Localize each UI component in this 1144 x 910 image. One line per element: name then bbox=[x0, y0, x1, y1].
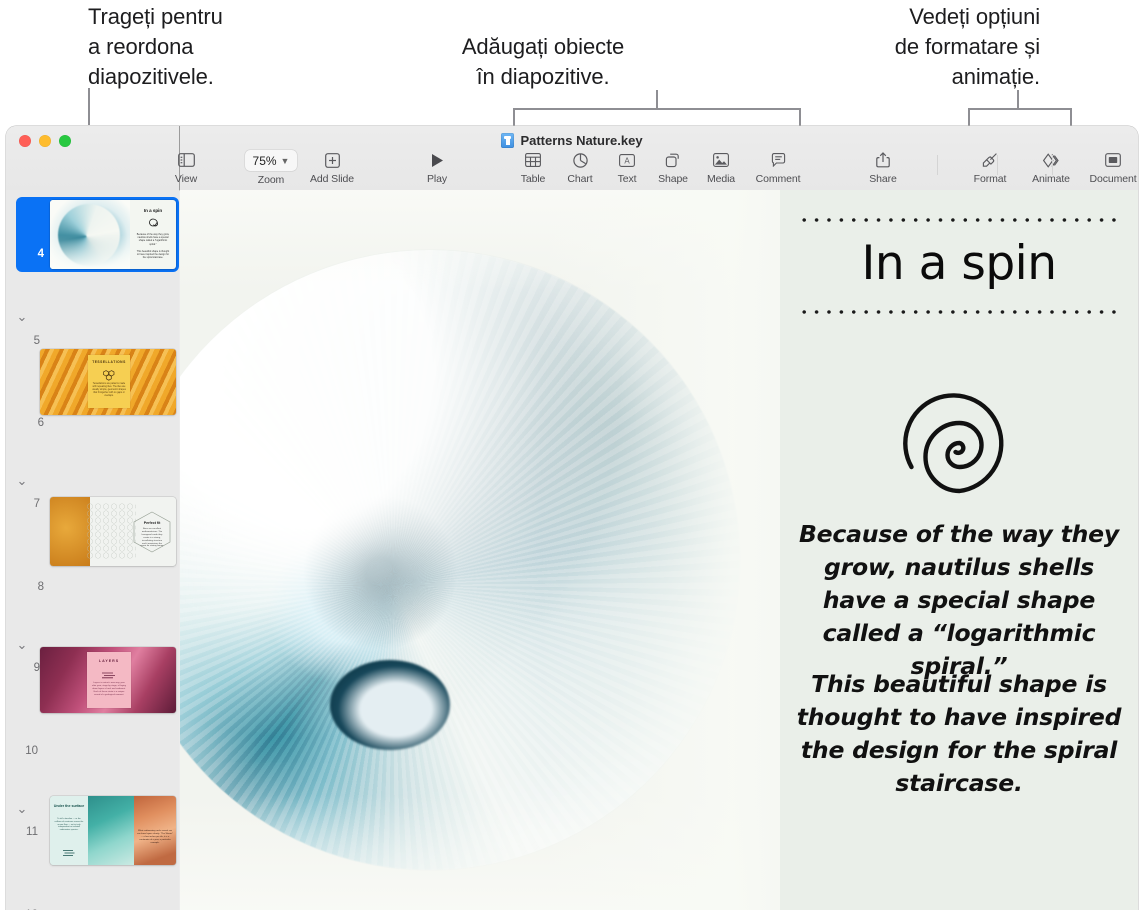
screenshot-root: Trageți pentru a reordona diapozitivele.… bbox=[0, 0, 1144, 910]
slide-text-column: In a spin Because of the way they grow, … bbox=[780, 190, 1138, 910]
photo-icon bbox=[713, 150, 729, 170]
diamonds-icon bbox=[1042, 150, 1060, 170]
toolbar-button-format[interactable]: Format bbox=[960, 150, 1020, 185]
keynote-document-icon bbox=[501, 132, 515, 148]
toolbar-label-add-slide: Add Slide bbox=[309, 173, 355, 185]
toolbar: View 75% ▼ Zoom Add Slide Play Table Cha… bbox=[6, 150, 1138, 190]
slide-collapse-chevron-5[interactable]: ⌄ bbox=[15, 310, 29, 324]
zoom-percent-popup[interactable]: 75% ▼ bbox=[244, 150, 298, 171]
toolbar-separator-3 bbox=[1052, 155, 1053, 175]
slide-body-paragraph-1[interactable]: Because of the way they grow, nautilus s… bbox=[794, 518, 1124, 683]
slide-collapse-chevron-9[interactable]: ⌄ bbox=[15, 638, 29, 652]
toolbar-separator-1 bbox=[937, 155, 938, 175]
zoom-popup-wrap: 75% ▼ bbox=[244, 150, 298, 171]
zoom-value: 75% bbox=[252, 153, 277, 168]
slide-thumbnail-6[interactable]: Perfect fit Bees are excellent mathemati… bbox=[50, 497, 176, 566]
toolbar-label-table: Table bbox=[520, 173, 546, 185]
text-box-a-icon: A bbox=[619, 150, 635, 170]
toolbar-button-play[interactable]: Play bbox=[407, 150, 467, 185]
toolbar-button-share[interactable]: Share bbox=[853, 150, 913, 185]
sidebar-panel-icon bbox=[177, 150, 195, 170]
slide-collapse-chevron-7[interactable]: ⌄ bbox=[15, 474, 29, 488]
chevron-down-icon: ▼ bbox=[280, 155, 290, 166]
slide-number-11: 11 bbox=[26, 826, 38, 838]
pie-chart-icon bbox=[572, 150, 588, 170]
slide-navigator[interactable]: In a spin Because of the way they grow, … bbox=[6, 190, 179, 910]
thumb-caption-7: LAYERS bbox=[98, 659, 120, 663]
toolbar-label-chart: Chart bbox=[567, 173, 593, 185]
slide-number-9: 9 bbox=[33, 662, 40, 674]
svg-text:A: A bbox=[624, 156, 630, 165]
share-arrow-up-icon bbox=[876, 150, 890, 170]
toolbar-label-format: Format bbox=[973, 173, 1007, 185]
callout-leader-line-3 bbox=[1017, 90, 1019, 108]
slide-thumbnail-7[interactable]: LAYERS Layers is nature's own way, year … bbox=[40, 647, 176, 713]
slide-number-5: 5 bbox=[33, 335, 40, 347]
current-slide[interactable]: In a spin Because of the way they grow, … bbox=[180, 190, 1138, 910]
window-title: Patterns Nature.key bbox=[6, 131, 1138, 149]
table-grid-icon bbox=[525, 150, 541, 170]
toolbar-button-media[interactable]: Media bbox=[691, 150, 751, 185]
toolbar-label-share: Share bbox=[869, 173, 897, 185]
slide-body-paragraph-2[interactable]: This beautiful shape is thought to have … bbox=[794, 668, 1124, 800]
toolbar-button-add-slide[interactable]: Add Slide bbox=[302, 150, 362, 185]
window-title-text: Patterns Nature.key bbox=[520, 132, 643, 148]
slide-number-7: 7 bbox=[33, 498, 40, 510]
slide-canvas[interactable]: In a spin Because of the way they grow, … bbox=[180, 190, 1138, 910]
callout-drag-reorder: Trageți pentru a reordona diapozitivele. bbox=[88, 4, 223, 89]
toolbar-label-shape: Shape bbox=[658, 173, 688, 185]
play-triangle-icon bbox=[430, 150, 444, 170]
toolbar-button-zoom[interactable]: 75% ▼ Zoom bbox=[241, 150, 301, 186]
toolbar-label-document: Document bbox=[1089, 173, 1137, 185]
callout-add-objects: Adăugați obiecte în diapozitive. bbox=[461, 34, 625, 89]
toolbar-label-animate: Animate bbox=[1032, 173, 1070, 185]
slide-title[interactable]: In a spin bbox=[780, 236, 1138, 291]
slide-thumbnail-5[interactable]: TESSELLATIONS Tessellations are patterns… bbox=[40, 349, 176, 415]
slide-thumbnail-8[interactable]: Under the surface To tell a timeline — o… bbox=[50, 796, 176, 865]
toolbar-button-document[interactable]: Document bbox=[1083, 150, 1138, 185]
thumb-caption-6: Perfect fit bbox=[143, 521, 161, 525]
slide-number-6: 6 bbox=[37, 417, 44, 429]
toolbar-label-play: Play bbox=[426, 173, 448, 185]
speech-bubble-icon bbox=[771, 150, 786, 170]
document-frame-icon bbox=[1105, 150, 1121, 170]
callout-bracket-2 bbox=[513, 108, 801, 127]
toolbar-label-comment: Comment bbox=[755, 173, 801, 185]
toolbar-label-media: Media bbox=[706, 173, 736, 185]
thumb-caption-8: Under the surface bbox=[53, 804, 85, 808]
toolbar-button-comment[interactable]: Comment bbox=[748, 150, 808, 185]
nautilus-shell-photo[interactable] bbox=[180, 190, 780, 910]
toolbar-button-animate[interactable]: Animate bbox=[1021, 150, 1081, 185]
spiral-icon[interactable] bbox=[870, 366, 1050, 511]
dotted-rule-top bbox=[798, 218, 1120, 222]
slide-number-8: 8 bbox=[37, 581, 44, 593]
plus-box-icon bbox=[324, 150, 340, 170]
slide-collapse-chevron-11[interactable]: ⌄ bbox=[15, 802, 29, 816]
toolbar-label-zoom: Zoom bbox=[257, 174, 285, 186]
toolbar-label-view: View bbox=[174, 173, 198, 185]
shapes-overlap-icon bbox=[665, 150, 681, 170]
keynote-window: Patterns Nature.key View 75% ▼ Zoom Add … bbox=[6, 126, 1138, 910]
slide-thumbnail-4[interactable]: In a spin Because of the way they grow, … bbox=[50, 200, 176, 269]
thumb-caption-5: TESSELLATIONS bbox=[92, 360, 126, 364]
window-titlebar: Patterns Nature.key View 75% ▼ Zoom Add … bbox=[6, 126, 1138, 191]
callout-format-animate: Vedeți opțiuni de formatare și animație. bbox=[894, 4, 1040, 89]
slide-number-4: 4 bbox=[37, 248, 44, 260]
dotted-rule-bottom bbox=[798, 310, 1120, 314]
toolbar-button-view[interactable]: View bbox=[156, 150, 216, 185]
toolbar-separator-2 bbox=[997, 155, 998, 175]
slide-number-10: 10 bbox=[25, 745, 38, 757]
toolbar-label-text: Text bbox=[617, 173, 637, 185]
callout-leader-line-1 bbox=[88, 88, 90, 125]
paintbrush-icon bbox=[982, 150, 998, 170]
callout-bracket-3 bbox=[968, 108, 1072, 127]
callout-leader-line-2 bbox=[656, 90, 658, 108]
